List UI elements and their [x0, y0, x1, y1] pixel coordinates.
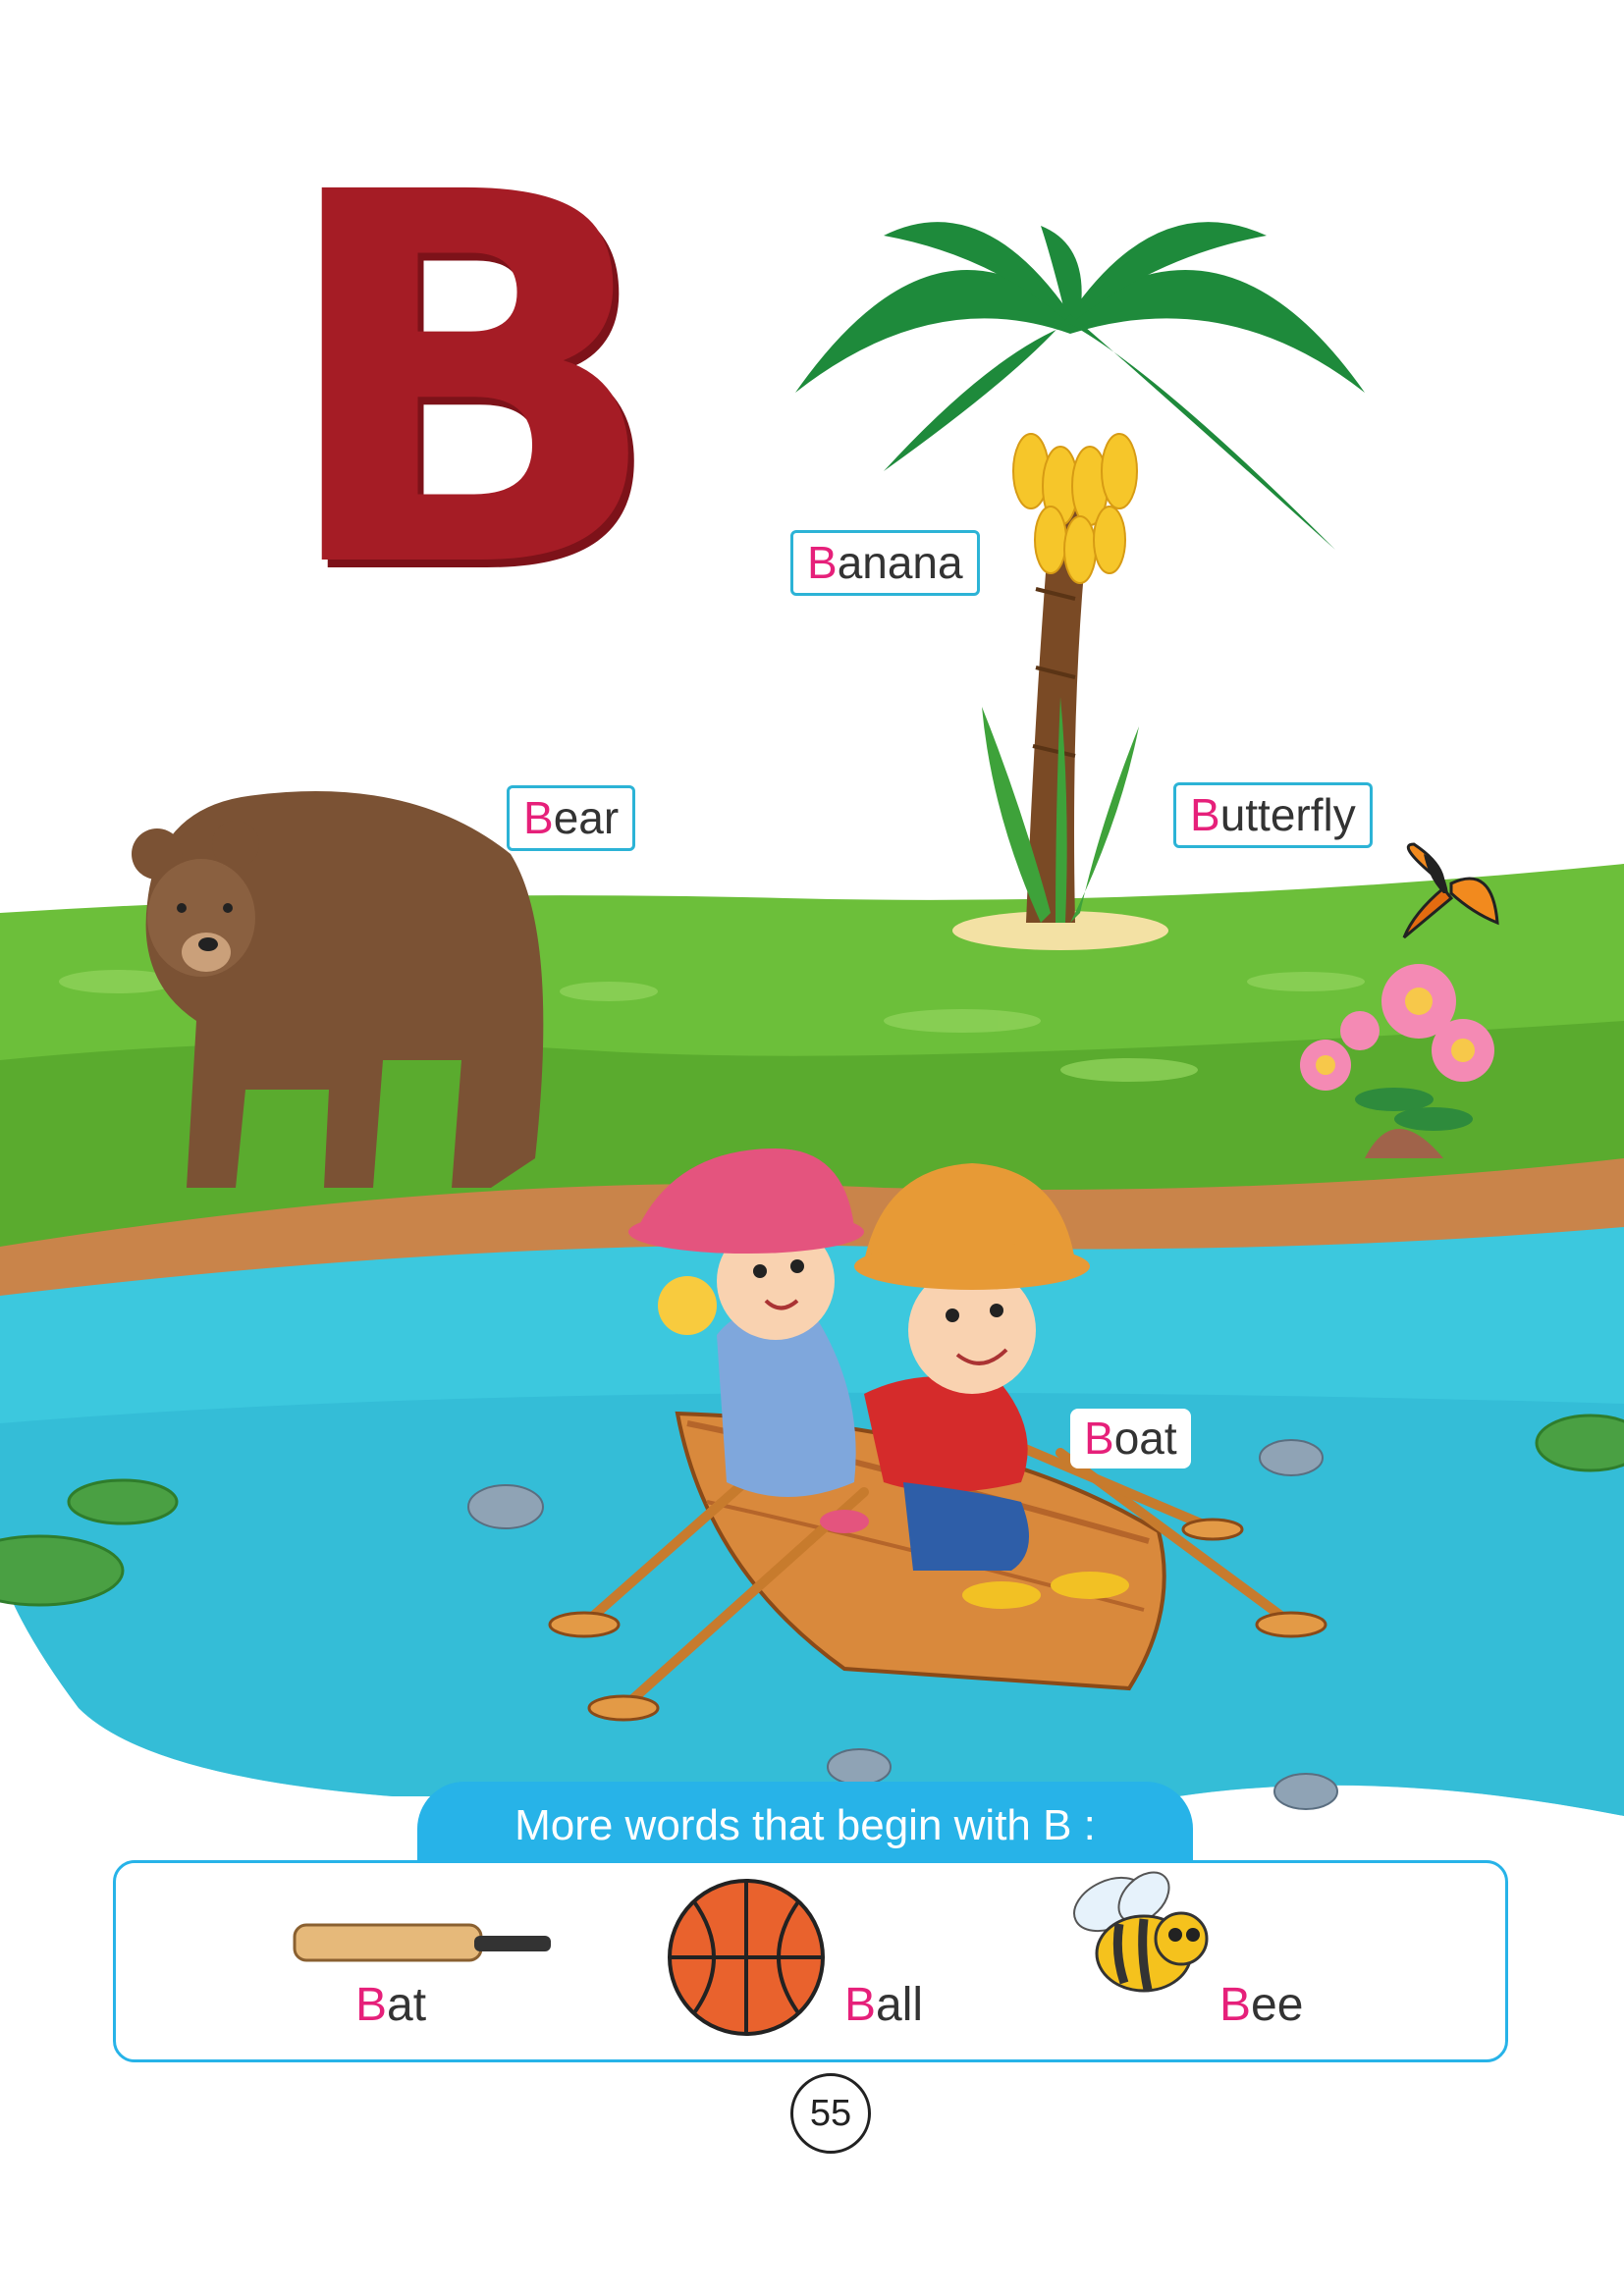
fish — [1259, 1439, 1324, 1476]
word-rest: at — [387, 1979, 427, 2031]
word-bee: Bee — [1219, 1978, 1303, 2032]
label-banana: Banana — [790, 530, 980, 596]
ball-icon — [668, 1879, 825, 2036]
big-letter: B — [275, 85, 665, 680]
label-first-letter: B — [1190, 789, 1220, 840]
word-first-letter: B — [355, 1979, 388, 2031]
label-first-letter: B — [523, 792, 554, 843]
label-butterfly: Butterfly — [1173, 782, 1373, 848]
label-boat: Boat — [1070, 1409, 1191, 1468]
label-bear: Bear — [507, 785, 636, 851]
bat-icon — [293, 1923, 551, 1962]
fish — [467, 1484, 544, 1529]
label-first-letter: B — [1084, 1413, 1114, 1464]
word-bat: Bat — [355, 1978, 426, 2032]
label-rest: ear — [553, 792, 620, 843]
fish — [827, 1748, 892, 1786]
word-ball: Ball — [844, 1978, 923, 2032]
label-rest: oat — [1113, 1413, 1177, 1464]
word-rest: ee — [1251, 1979, 1304, 2031]
label-first-letter: B — [807, 537, 838, 588]
fish — [1273, 1773, 1338, 1810]
bee-icon — [1073, 1871, 1209, 1993]
word-first-letter: B — [844, 1979, 877, 2031]
label-rest: anana — [837, 537, 963, 588]
page-number: 55 — [790, 2073, 871, 2154]
lily-pad — [1535, 1414, 1624, 1472]
label-rest: utterfly — [1219, 789, 1356, 840]
word-rest: all — [876, 1979, 924, 2031]
bear — [132, 791, 544, 1188]
lily-pad — [67, 1478, 179, 1525]
word-first-letter: B — [1219, 1979, 1252, 2031]
